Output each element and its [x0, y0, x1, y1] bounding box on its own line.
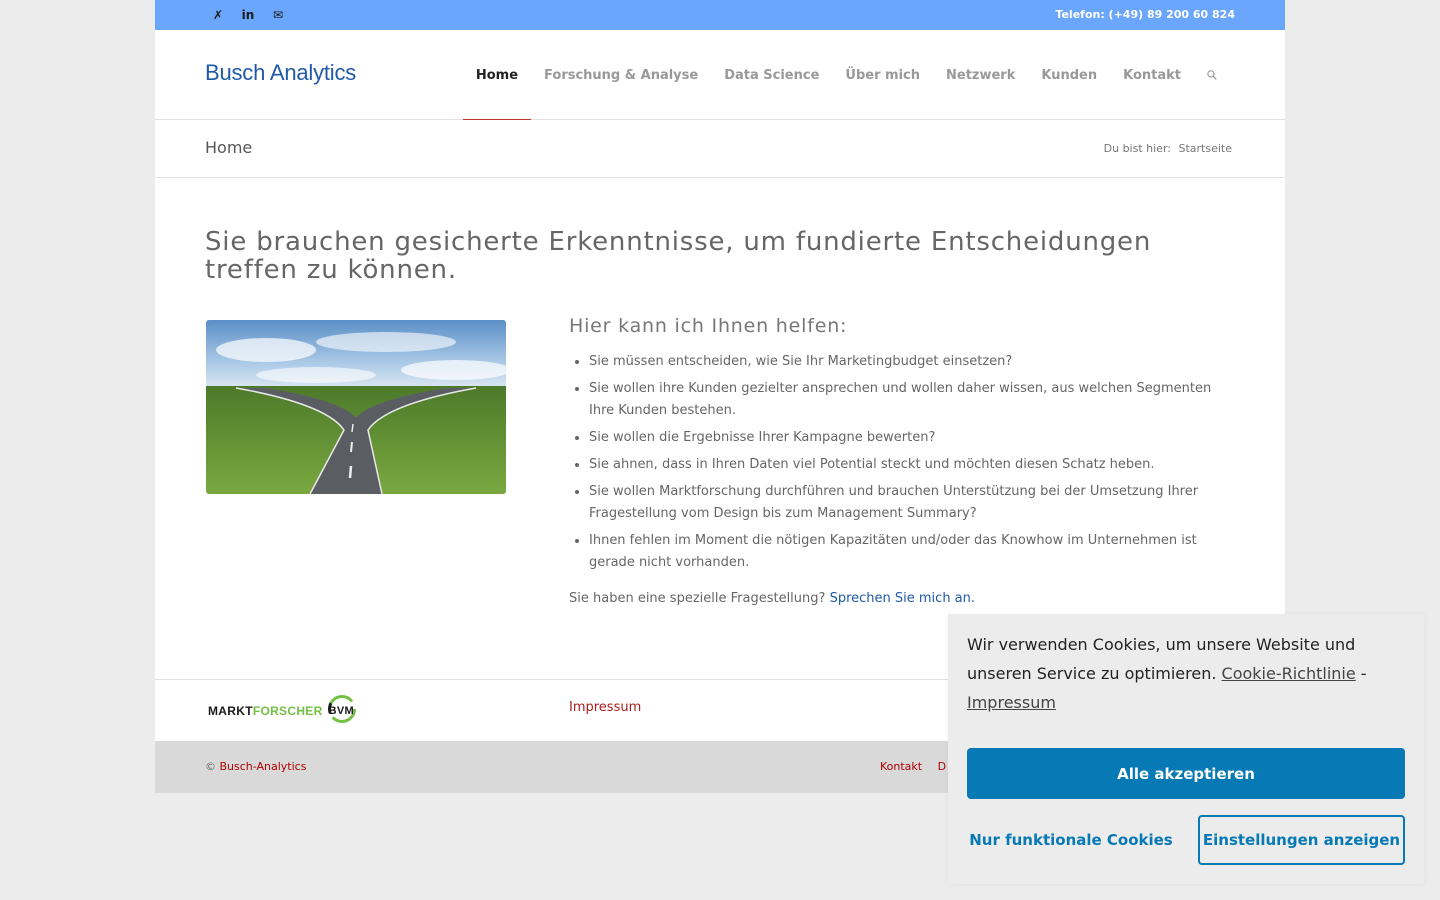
- nav-item-ueber-mich[interactable]: Über mich: [832, 30, 933, 120]
- nav-item-kunden[interactable]: Kunden: [1028, 30, 1110, 120]
- help-heading: Hier kann ich Ihnen helfen:: [569, 315, 848, 337]
- socket-link-datenschutz[interactable]: D: [938, 760, 946, 773]
- phone-number: Telefon: (+49) 89 200 60 824: [1055, 8, 1235, 21]
- top-bar: ✗ in ✉ Telefon: (+49) 89 200 60 824: [155, 0, 1285, 30]
- social-links: ✗ in ✉: [203, 0, 293, 30]
- nav-item-home[interactable]: Home: [462, 30, 532, 121]
- contact-link[interactable]: Sprechen Sie mich an.: [830, 591, 975, 606]
- list-item: Ihnen fehlen im Moment die nötigen Kapaz…: [589, 530, 1229, 574]
- crossroads-image: [206, 320, 506, 494]
- help-section: Hier kann ich Ihnen helfen: Sie müssen e…: [569, 315, 1229, 606]
- mail-icon[interactable]: ✉: [263, 0, 293, 30]
- footer-impressum-link[interactable]: Impressum: [569, 700, 641, 715]
- cookie-policy-link[interactable]: Cookie-Richtlinie: [1222, 664, 1356, 683]
- site-header: Busch Analytics Home Forschung & Analyse…: [155, 30, 1285, 121]
- xing-icon[interactable]: ✗: [203, 0, 233, 30]
- list-item: Sie müssen entscheiden, wie Sie Ihr Mark…: [589, 351, 1229, 373]
- main-heading: Sie brauchen gesicherte Erkenntnisse, um…: [205, 227, 1152, 285]
- show-settings-button[interactable]: Einstellungen anzeigen: [1198, 815, 1405, 865]
- marktforscher-bvm-logo[interactable]: MARKT FORSCHER BVM: [208, 694, 356, 727]
- cookie-message: Wir verwenden Cookies, um unsere Website…: [967, 635, 1367, 712]
- list-item: Sie ahnen, dass in Ihren Daten viel Pote…: [589, 454, 1229, 476]
- copyright: © Busch-Analytics: [205, 760, 307, 773]
- main-content: Sie brauchen gesicherte Erkenntnisse, um…: [155, 178, 1285, 679]
- breadcrumb: Du bist hier: Startseite: [1104, 142, 1232, 155]
- title-bar: Home Du bist hier: Startseite: [155, 120, 1285, 178]
- cookie-banner: Wir verwenden Cookies, um unsere Website…: [948, 614, 1424, 884]
- site-logo[interactable]: Busch Analytics: [205, 60, 356, 86]
- list-item: Sie wollen die Ergebnisse Ihrer Kampagne…: [589, 427, 1229, 449]
- help-list: Sie müssen entscheiden, wie Sie Ihr Mark…: [569, 351, 1229, 574]
- main-nav: Home Forschung & Analyse Data Science Üb…: [462, 30, 1230, 121]
- socket-links: Kontakt D: [880, 760, 946, 773]
- cookie-impressum-link[interactable]: Impressum: [967, 693, 1056, 712]
- list-item: Sie wollen ihre Kunden gezielter ansprec…: [589, 378, 1229, 422]
- breadcrumb-prefix: Du bist hier:: [1103, 142, 1171, 155]
- cta-paragraph: Sie haben eine spezielle Fragestellung? …: [569, 591, 1229, 606]
- breadcrumb-startseite[interactable]: Startseite: [1178, 142, 1232, 155]
- nav-item-netzwerk[interactable]: Netzwerk: [933, 30, 1028, 120]
- socket-link-kontakt[interactable]: Kontakt: [880, 760, 922, 773]
- nav-item-data-science[interactable]: Data Science: [711, 30, 832, 120]
- nav-item-forschung-analyse[interactable]: Forschung & Analyse: [531, 30, 711, 120]
- functional-only-button[interactable]: Nur funktionale Cookies: [967, 815, 1175, 865]
- copyright-link[interactable]: Busch-Analytics: [220, 760, 307, 773]
- cta-text: Sie haben eine spezielle Fragestellung?: [569, 591, 826, 606]
- nav-item-kontakt[interactable]: Kontakt: [1110, 30, 1194, 120]
- accept-all-button[interactable]: Alle akzeptieren: [967, 748, 1405, 799]
- search-icon[interactable]: [1194, 30, 1230, 120]
- linkedin-icon[interactable]: in: [233, 0, 263, 30]
- list-item: Sie wollen Marktforschung durchführen un…: [589, 481, 1229, 525]
- page-title[interactable]: Home: [205, 138, 252, 157]
